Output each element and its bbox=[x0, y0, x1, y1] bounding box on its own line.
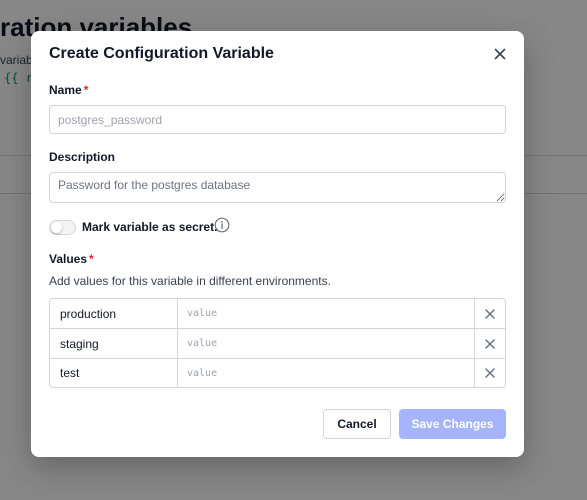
environment-name: production bbox=[50, 299, 178, 328]
remove-row-button[interactable] bbox=[475, 359, 505, 387]
remove-row-icon bbox=[485, 368, 495, 378]
values-help-text: Add values for this variable in differen… bbox=[49, 274, 331, 288]
secret-toggle-label: Mark variable as secret. bbox=[82, 220, 218, 234]
close-icon bbox=[494, 48, 506, 60]
value-input-test[interactable] bbox=[178, 359, 475, 387]
cancel-button[interactable]: Cancel bbox=[323, 409, 391, 439]
toggle-knob bbox=[51, 222, 62, 233]
secret-toggle[interactable] bbox=[49, 220, 76, 235]
name-label-text: Name bbox=[49, 83, 82, 97]
value-row-test: test bbox=[50, 359, 505, 387]
remove-row-icon bbox=[485, 308, 495, 319]
environment-name: staging bbox=[50, 329, 178, 358]
remove-row-button[interactable] bbox=[475, 329, 505, 358]
values-table: production staging test bbox=[49, 298, 506, 388]
name-label: Name * bbox=[49, 83, 88, 97]
create-variable-modal: Create Configuration Variable Name* Desc… bbox=[31, 31, 524, 457]
description-input[interactable] bbox=[49, 172, 506, 203]
info-icon[interactable] bbox=[214, 217, 230, 233]
value-input-production[interactable] bbox=[178, 299, 475, 328]
modal-title: Create Configuration Variable bbox=[49, 45, 274, 62]
save-changes-button[interactable]: Save Changes bbox=[399, 409, 506, 439]
remove-row-icon bbox=[485, 338, 495, 349]
description-label: Description bbox=[49, 150, 116, 164]
value-input-staging[interactable] bbox=[178, 329, 475, 358]
remove-row-button[interactable] bbox=[475, 299, 505, 328]
required-mark: * bbox=[89, 252, 94, 266]
required-mark: * bbox=[83, 83, 89, 97]
environment-name: test bbox=[50, 359, 178, 387]
values-label-text: Values bbox=[49, 252, 88, 266]
name-input[interactable] bbox=[49, 105, 506, 134]
value-row-production: production bbox=[50, 299, 505, 329]
value-row-staging: staging bbox=[50, 329, 505, 359]
values-label: Values * bbox=[49, 252, 94, 266]
close-button[interactable] bbox=[492, 46, 508, 62]
